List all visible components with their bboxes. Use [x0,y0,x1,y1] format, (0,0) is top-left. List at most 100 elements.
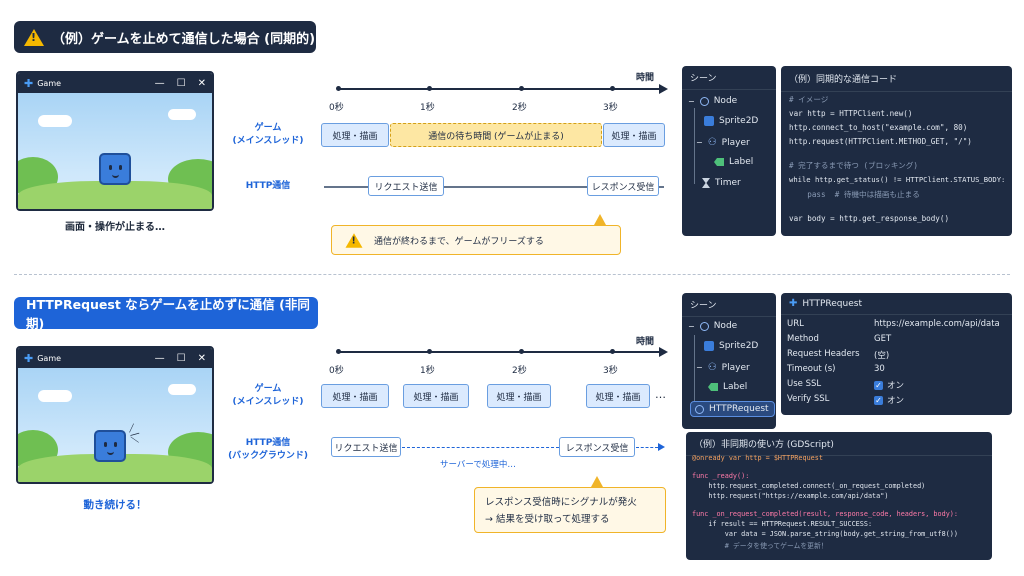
scene-node-timer[interactable]: Timer [702,178,741,188]
tick-0 [336,349,341,354]
inspector-value[interactable]: (空) [874,349,889,361]
player-cube [99,153,131,185]
sync-caption: 画面・操作が止まる… [65,222,165,233]
sprite2d-icon [704,116,714,126]
callout-pointer [591,476,603,487]
game-window-titlebar: ✚ Game — ☐ ✕ [18,73,212,93]
scene-node-sprite2d[interactable]: Sprite2D [704,116,758,126]
scene-node-httprequest[interactable]: HTTPRequest [690,401,775,417]
warning-icon [345,232,363,248]
game-scene [18,93,212,209]
async-caption: 動き続ける！ [83,499,147,511]
player-cube [94,430,126,462]
minimize-icon[interactable]: — [155,353,165,364]
process-box: 処理・描画 [487,384,551,408]
maximize-icon[interactable]: ☐ [177,78,186,89]
use-ssl-checkbox[interactable]: ✓ オン [874,379,904,391]
async-game-window: ✚ Game — ☐ ✕ ⟋ — ⟍ [16,346,214,484]
sync-game-window: ✚ Game — ☐ ✕ [16,71,214,211]
response-box: レスポンス受信 [559,437,635,457]
time-axis-arrow [659,347,668,357]
time-axis-label: 時間 [636,73,655,83]
tick-label-1: 1秒 [420,366,435,376]
request-box: リクエスト送信 [368,176,444,196]
response-box: レスポンス受信 [587,176,659,196]
inspector-key: Use SSL [787,379,822,389]
freeze-callout-text: 通信が終わるまで、ゲームがフリーズする [374,236,544,247]
tick-1 [427,349,432,354]
inspector-value[interactable]: GET [874,334,891,344]
sync-scene-panel: シーン − Node Sprite2D − ⚇ Player Label Tim… [682,66,776,236]
game-window-title: Game [37,353,62,363]
scene-node-player[interactable]: − ⚇ Player [696,137,750,148]
scene-node-sprite2d[interactable]: Sprite2D [704,341,758,351]
inspector-value[interactable]: 30 [874,364,885,374]
process-box: 処理・描画 [403,384,469,408]
tick-label-0: 0秒 [329,366,344,376]
scene-node-node[interactable]: − Node [688,321,737,331]
motion-lines: ⟋ — ⟍ [127,422,142,447]
tick-label-2: 2秒 [512,103,527,113]
game-row-label: ゲーム (メインスレッド) [232,384,304,407]
cloud [38,390,72,402]
verify-ssl-checkbox[interactable]: ✓ オン [874,394,904,406]
code-line: func _ready(): [692,472,750,480]
process-box: 処理・描画 [586,384,650,408]
code-line: # 完了するまで待つ (ブロッキング) [789,161,918,170]
inspector-value[interactable]: https://example.com/api/data [874,319,1000,329]
process-box: 処理・描画 [321,384,389,408]
scene-node-label[interactable]: Label [714,157,753,167]
code-line: var body = http.get_response_body() [789,214,950,223]
tick-3 [610,349,615,354]
freeze-callout: 通信が終わるまで、ゲームがフリーズする [331,225,621,255]
label-icon [708,383,718,391]
tick-label-3: 3秒 [603,103,618,113]
time-axis-arrow [659,84,668,94]
tick-label-2: 2秒 [512,366,527,376]
sync-code-panel: （例）同期的な通信コード # イメージ var http = HTTPClien… [781,66,1012,236]
game-window-title: Game [37,78,62,88]
game-scene: ⟋ — ⟍ [18,368,212,482]
maximize-icon[interactable]: ☐ [177,353,186,364]
sprite2d-icon [704,341,714,351]
tick-1 [427,86,432,91]
code-line: func _on_request_completed(result, respo… [692,510,958,518]
httprequest-icon: ✚ [789,298,798,309]
time-axis-label: 時間 [636,337,655,347]
http-row-label: HTTP通信 (バックグラウンド) [228,438,308,461]
minimize-icon[interactable]: — [155,78,165,89]
tick-label-1: 1秒 [420,103,435,113]
cloud [38,115,72,127]
timer-icon [702,178,710,188]
code-line: # データを使ってゲームを更新！ [692,542,828,550]
close-icon[interactable]: ✕ [198,353,206,364]
sync-code-title: （例）同期的な通信コード [781,66,1012,92]
inspector-title: ✚ HTTPRequest [781,293,1012,315]
cloud [168,109,196,120]
server-processing-label: サーバーで処理中… [440,460,516,470]
section-divider [14,274,1010,275]
code-line: var data = JSON.parse_string(body.get_st… [692,530,958,538]
warning-icon [24,28,44,46]
checkbox-icon: ✓ [874,396,883,405]
code-line: pass # 待機中は描画も止まる [789,190,920,199]
code-line: http.request_completed.connect(_on_reque… [692,482,926,490]
godot-icon: ✚ [24,351,34,365]
close-icon[interactable]: ✕ [198,78,206,89]
checkbox-icon: ✓ [874,381,883,390]
sync-header-text: （例）ゲームを止めて通信した場合 (同期的) [52,31,316,47]
code-line: http.request("https://example.com/api/da… [692,492,889,500]
player-icon: ⚇ [707,362,717,373]
scene-node-player[interactable]: − ⚇ Player [696,362,750,373]
inspector-key: Request Headers [787,349,860,359]
signal-callout: レスポンス受信時にシグナルが発火 → 結果を受け取って処理する [474,487,666,533]
httprequest-icon [695,404,704,414]
game-window-titlebar: ✚ Game — ☐ ✕ [18,348,212,368]
code-line: http.connect_to_host("example.com", 80) [789,123,968,132]
scene-node-label[interactable]: Label [708,382,747,392]
scene-node-node[interactable]: − Node [688,96,737,106]
code-line: var http = HTTPClient.new() [789,109,913,118]
label-icon [714,158,724,166]
inspector-key: URL [787,319,804,329]
scene-panel-title: シーン [682,293,776,317]
